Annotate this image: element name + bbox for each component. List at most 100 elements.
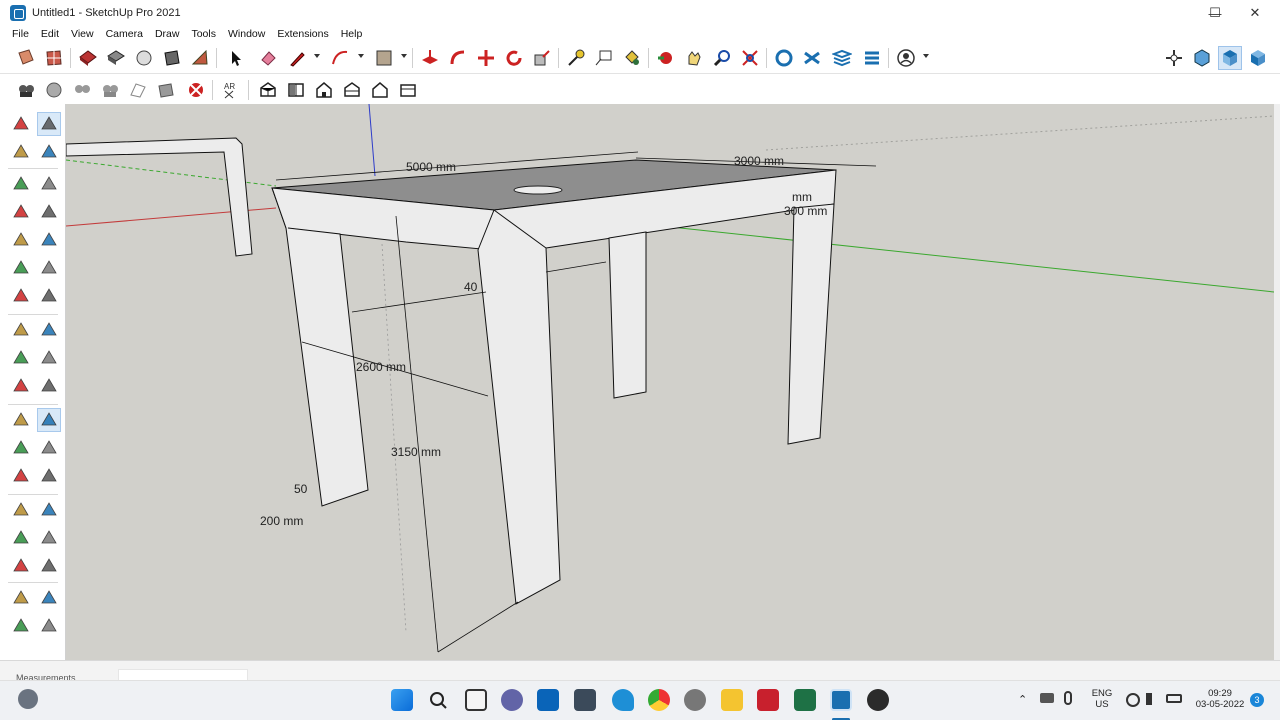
warehouse-icon[interactable] [76, 46, 100, 70]
text-icon[interactable] [592, 46, 616, 70]
rectangle-tool-icon[interactable] [9, 200, 33, 224]
rotate-tool-icon[interactable] [9, 346, 33, 370]
sketchup-icon[interactable] [830, 689, 852, 711]
menu-extensions[interactable]: Extensions [271, 28, 334, 40]
scenes-icon[interactable] [830, 46, 854, 70]
move-icon[interactable] [474, 46, 498, 70]
front-house-icon[interactable] [284, 78, 308, 102]
network-icon[interactable] [1126, 693, 1140, 707]
menu-edit[interactable]: Edit [35, 28, 65, 40]
zoom-extents-tool-icon[interactable] [9, 554, 33, 578]
section-plane-view-icon[interactable] [184, 78, 208, 102]
cloud-icon[interactable] [1040, 693, 1054, 703]
arc-tool-icon[interactable] [9, 256, 33, 280]
clock[interactable]: 09:29 03-05-2022 [1188, 688, 1252, 710]
3d-text-tool-icon[interactable] [37, 464, 61, 488]
axes-tool-icon[interactable] [9, 464, 33, 488]
two-point-arc-tool-icon[interactable] [37, 256, 61, 280]
outlook-icon[interactable] [537, 689, 559, 711]
autocad-icon[interactable] [757, 689, 779, 711]
microphone-icon[interactable] [1064, 691, 1072, 705]
views-icon[interactable] [1162, 46, 1186, 70]
section-plane-icon[interactable] [14, 46, 38, 70]
section-cut-icon[interactable] [154, 78, 178, 102]
volume-icon[interactable] [1146, 693, 1158, 705]
orbit-tool-icon[interactable] [9, 498, 33, 522]
menu-help[interactable]: Help [335, 28, 369, 40]
dimension-tool-icon[interactable] [37, 408, 61, 432]
menu-camera[interactable]: Camera [100, 28, 149, 40]
select-icon[interactable] [224, 46, 248, 70]
arc-icon[interactable] [328, 46, 352, 70]
pan-tool-icon[interactable] [37, 498, 61, 522]
section-display-icon[interactable] [126, 78, 150, 102]
front-view-icon[interactable] [1246, 46, 1270, 70]
polygon-tool-icon[interactable] [37, 228, 61, 252]
dimension-style-icon[interactable]: AR [220, 78, 244, 102]
pan-icon[interactable] [682, 46, 706, 70]
protractor-tool-icon[interactable] [9, 436, 33, 460]
menu-tools[interactable]: Tools [185, 28, 222, 40]
line-tool-icon[interactable] [9, 172, 33, 196]
chrome-icon[interactable] [648, 689, 670, 711]
windows-start-icon[interactable] [391, 689, 413, 711]
rectangle-icon[interactable] [372, 46, 396, 70]
freehand-tool-icon[interactable] [37, 172, 61, 196]
task-view-icon[interactable] [465, 689, 487, 711]
push-pull-tool-icon[interactable] [37, 318, 61, 342]
zoom-icon[interactable] [710, 46, 734, 70]
zoom-window-tool-icon[interactable] [37, 526, 61, 550]
menu-view[interactable]: View [65, 28, 100, 40]
close-button[interactable]: ✕ [1235, 0, 1275, 26]
eraser-icon[interactable] [256, 46, 280, 70]
camera-icon[interactable] [14, 78, 38, 102]
walk-tool-icon[interactable] [9, 614, 33, 638]
folder-icon[interactable] [721, 689, 743, 711]
menu-window[interactable]: Window [222, 28, 271, 40]
offset-tool-icon[interactable] [37, 374, 61, 398]
left-house-icon[interactable] [396, 78, 420, 102]
orbit-icon[interactable] [654, 46, 678, 70]
zoom-extents-icon[interactable] [738, 46, 762, 70]
paint-tool-icon[interactable] [9, 140, 33, 164]
pencil-icon[interactable] [286, 46, 310, 70]
extension-warehouse-icon[interactable] [104, 46, 128, 70]
pie-tool-icon[interactable] [37, 284, 61, 308]
move-tool-icon[interactable] [9, 318, 33, 342]
settings-icon[interactable] [684, 689, 706, 711]
search-icon[interactable] [427, 689, 449, 711]
top-view-icon[interactable] [1218, 46, 1242, 70]
teams-icon[interactable] [501, 689, 523, 711]
iso-house-icon[interactable] [256, 78, 280, 102]
previous-view-tool-icon[interactable] [37, 554, 61, 578]
scale-tool-icon[interactable] [9, 374, 33, 398]
calculator-icon[interactable] [574, 689, 596, 711]
obs-icon[interactable] [867, 689, 889, 711]
excel-icon[interactable] [794, 689, 816, 711]
zoom-tool-icon[interactable] [9, 526, 33, 550]
follow-me-icon[interactable] [446, 46, 470, 70]
style-icon[interactable] [188, 46, 212, 70]
push-pull-icon[interactable] [418, 46, 442, 70]
viewport-scrollbar[interactable] [1274, 104, 1280, 660]
account-icon[interactable] [894, 46, 918, 70]
follow-me-tool-icon[interactable] [37, 346, 61, 370]
position-camera-icon[interactable] [98, 78, 122, 102]
model-viewport[interactable]: 5000 mm 3000 mm mm 300 mm 40 2600 mm 315… [66, 104, 1274, 660]
circle-tool-icon[interactable] [9, 228, 33, 252]
tray-chevron-icon[interactable]: ⌃ [1018, 693, 1027, 706]
top-house-icon[interactable] [312, 78, 336, 102]
rotated-rectangle-tool-icon[interactable] [37, 200, 61, 224]
component-tool-icon[interactable] [37, 112, 61, 136]
text-tool-icon[interactable] [37, 436, 61, 460]
notification-badge[interactable]: 3 [1250, 693, 1264, 707]
section-plane-tool-icon[interactable] [37, 614, 61, 638]
language-indicator[interactable]: ENG US [1088, 688, 1116, 710]
position-camera-tool-icon[interactable] [9, 586, 33, 610]
scale-icon[interactable] [530, 46, 554, 70]
layers-icon[interactable] [800, 46, 824, 70]
three-point-arc-tool-icon[interactable] [9, 284, 33, 308]
menu-file[interactable]: File [6, 28, 35, 40]
back-house-icon[interactable] [368, 78, 392, 102]
iso-view-icon[interactable] [1190, 46, 1214, 70]
